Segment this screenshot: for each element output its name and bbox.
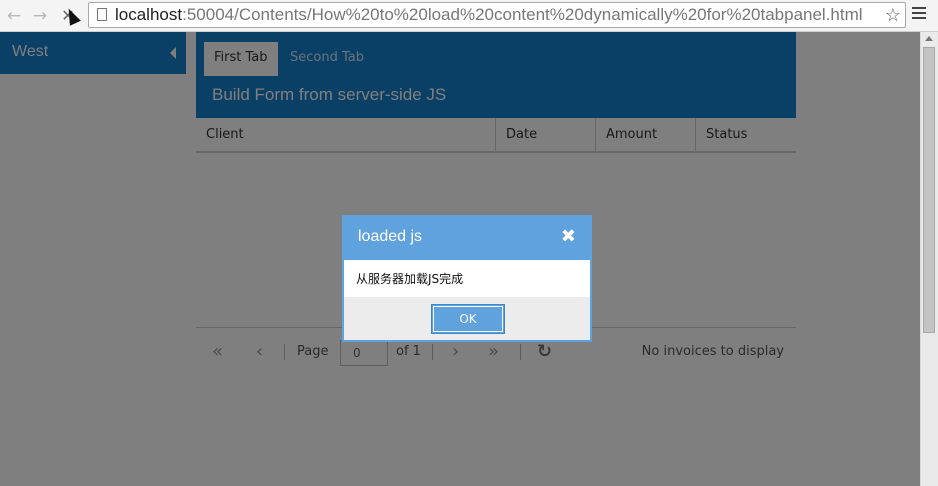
scroll-up-icon[interactable] — [925, 36, 933, 41]
bookmark-star-icon[interactable]: ☆ — [885, 3, 901, 27]
address-bar[interactable]: localhost:50004/Contents/How%20to%20load… — [88, 2, 906, 28]
url-path: :50004/Contents/How%20to%20load%20conten… — [182, 5, 863, 24]
ok-button[interactable]: OK — [431, 304, 505, 334]
message-text: 从服务器加载JS完成 — [356, 272, 464, 286]
browser-menu-icon[interactable] — [912, 7, 926, 21]
message-box-body: 从服务器加载JS完成 — [344, 260, 590, 297]
page-scrollbar[interactable] — [920, 32, 938, 486]
close-icon[interactable]: ✖ — [561, 227, 576, 247]
message-box-header: loaded js ✖ — [344, 217, 590, 260]
page-icon — [97, 8, 107, 21]
url-host: localhost — [115, 5, 183, 24]
scrollbar-thumb[interactable] — [923, 47, 935, 333]
message-box-title: loaded js — [358, 228, 423, 245]
message-box: loaded js ✖ 从服务器加载JS完成 OK — [342, 215, 592, 342]
back-icon[interactable]: ← — [4, 6, 24, 26]
browser-toolbar: ← → ✕ localhost:50004/Contents/How%20to%… — [0, 0, 938, 32]
forward-icon[interactable]: → — [30, 6, 50, 26]
